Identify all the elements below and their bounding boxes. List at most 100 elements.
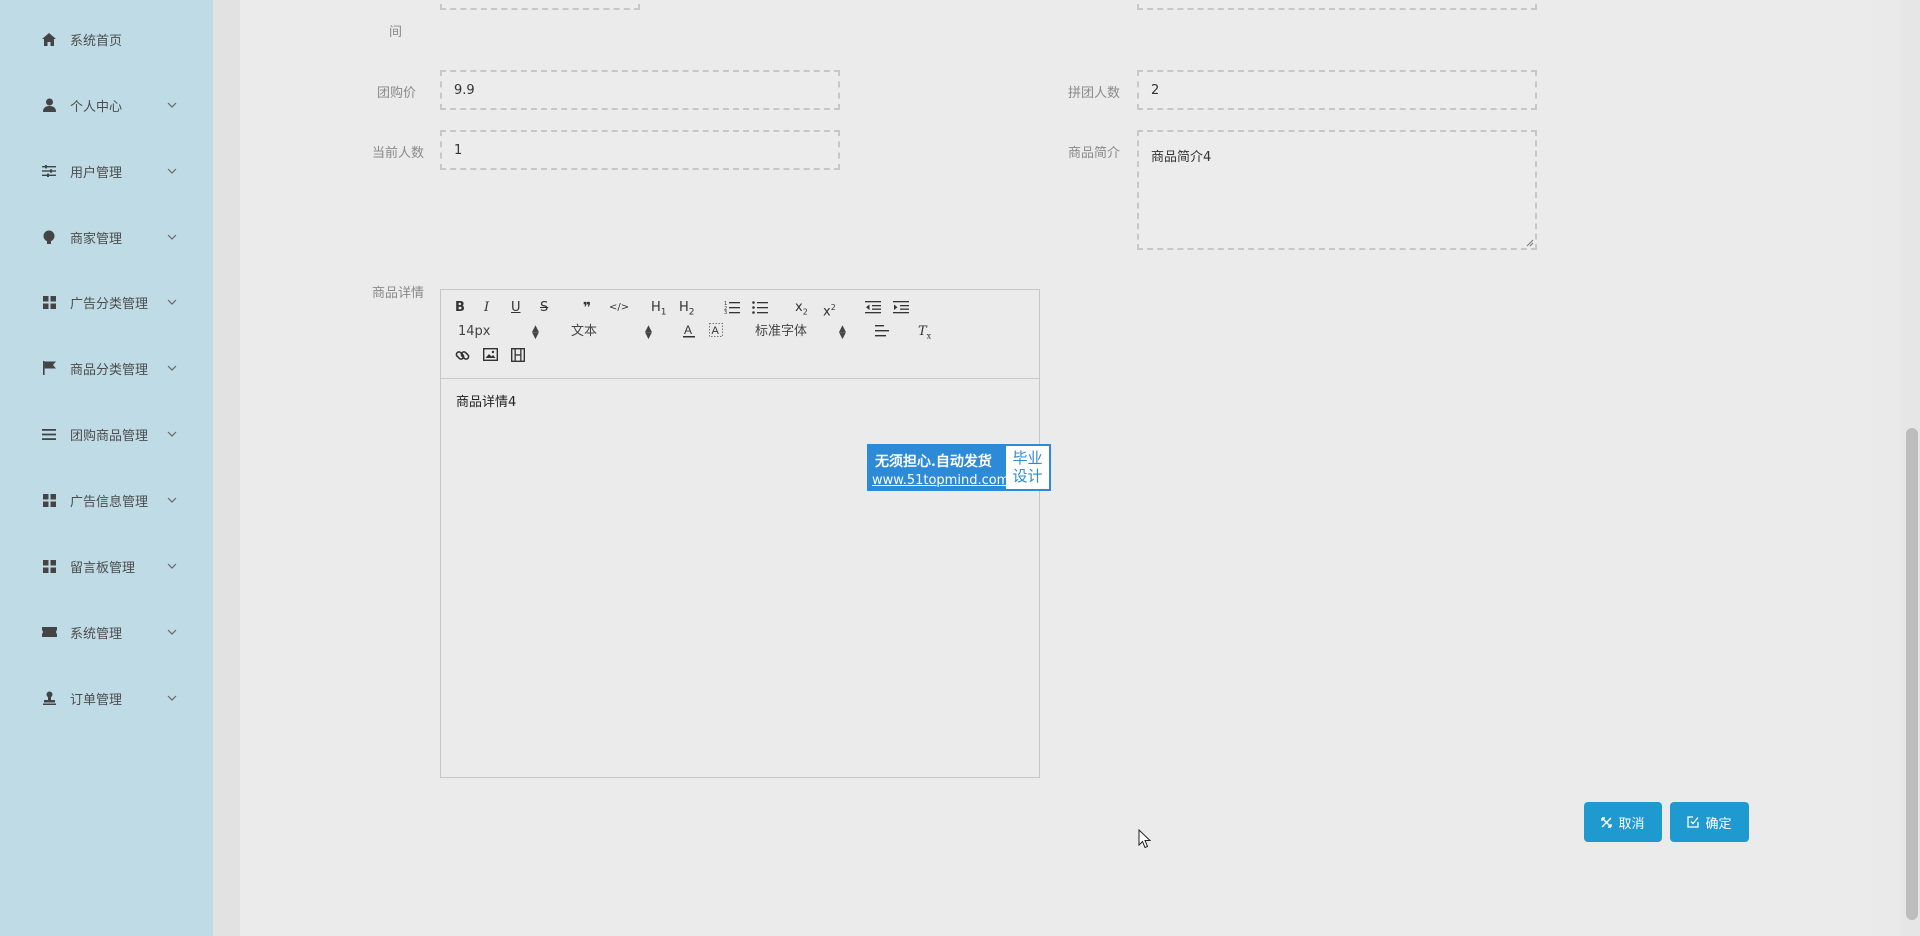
detail-label: 商品详情	[371, 286, 424, 301]
watermark-badge: 无须担心.自动发货 www.51topmind.com 毕业 设计	[867, 444, 1051, 491]
link-icon	[455, 351, 470, 360]
chevron-down-icon	[167, 365, 177, 371]
sidebar: 系统首页 个人中心 用户管理 商家管理 广告分类管理 商品分类管理 团购商品管理…	[0, 0, 213, 936]
indent-button[interactable]	[893, 300, 909, 320]
heading2-button[interactable]: H2	[679, 299, 695, 322]
rich-text-editor[interactable]: B I U S ❞ </> H1 H2 123 x2 x2 14px ▲ ▼ 文本…	[440, 289, 1040, 778]
code-block-button[interactable]: </>	[609, 299, 629, 317]
sidebar-item-label: 商品分类管理	[70, 362, 149, 378]
subscript-button[interactable]: x2	[795, 299, 808, 322]
sidebar-item-message-board-management[interactable]: 留言板管理	[0, 549, 213, 583]
sidebar-item-label: 系统管理	[70, 626, 123, 642]
sidebar-item-home[interactable]: 系统首页	[0, 22, 213, 56]
sidebar-item-ad-info-management[interactable]: 广告信息管理	[0, 483, 213, 517]
align-button[interactable]	[875, 324, 889, 344]
confirm-button[interactable]: 确定	[1670, 802, 1749, 842]
current-count-input[interactable]: 1	[440, 130, 840, 170]
list-icon	[41, 426, 57, 442]
sidebar-item-label: 广告信息管理	[70, 494, 149, 510]
sidebar-item-user-management[interactable]: 用户管理	[0, 154, 213, 188]
sliders-icon	[41, 163, 57, 179]
chevron-down-icon	[167, 563, 177, 569]
unordered-list-button[interactable]	[752, 300, 768, 320]
chevron-down-icon	[167, 431, 177, 437]
sidebar-item-system-management[interactable]: 系统管理	[0, 615, 213, 649]
font-size-select[interactable]: 14px ▲ ▼	[458, 323, 542, 341]
font-family-value: 标准字体	[755, 324, 808, 339]
blockquote-button[interactable]: ❞	[583, 299, 591, 317]
ordered-list-button[interactable]: 123	[724, 300, 740, 320]
group-size-label: 拼团人数	[1067, 86, 1120, 101]
unordered-list-icon	[752, 301, 768, 314]
strikethrough-button[interactable]: S	[540, 299, 548, 317]
block-type-value: 文本	[571, 324, 598, 339]
select-arrows-icon: ▲ ▼	[645, 324, 652, 341]
scrollbar-thumb[interactable]	[1906, 428, 1918, 920]
font-color-icon: A	[683, 323, 695, 338]
partial-label: 间	[388, 25, 402, 40]
select-arrows-icon: ▲ ▼	[532, 324, 539, 341]
home-icon	[41, 31, 57, 47]
user-icon	[41, 97, 57, 113]
sidebar-item-ad-category-management[interactable]: 广告分类管理	[0, 285, 213, 319]
chevron-down-icon	[167, 497, 177, 503]
watermark-url: www.51topmind.com	[872, 473, 1010, 488]
sidebar-item-merchant-management[interactable]: 商家管理	[0, 220, 213, 254]
block-type-select[interactable]: 文本 ▲ ▼	[571, 323, 655, 341]
watermark-tag-line1: 毕业	[1012, 449, 1043, 467]
current-count-value: 1	[454, 142, 463, 158]
superscript-button[interactable]: x2	[823, 299, 836, 321]
outdent-icon	[865, 301, 881, 314]
sidebar-gutter	[213, 0, 240, 936]
video-button[interactable]	[510, 347, 526, 368]
ordered-list-icon: 123	[724, 301, 740, 316]
partial-field-right[interactable]	[1137, 0, 1537, 10]
sidebar-item-order-management[interactable]: 订单管理	[0, 681, 213, 715]
sidebar-item-label: 广告分类管理	[70, 296, 149, 312]
sidebar-item-label: 留言板管理	[70, 560, 136, 576]
image-button[interactable]	[482, 347, 499, 367]
font-family-select[interactable]: 标准字体 ▲ ▼	[755, 323, 849, 341]
sidebar-item-group-product-management[interactable]: 团购商品管理	[0, 417, 213, 451]
partial-field-left[interactable]	[440, 0, 640, 10]
group-size-input[interactable]: 2	[1137, 70, 1537, 110]
chevron-down-icon	[167, 102, 177, 108]
font-color-button[interactable]: A	[682, 323, 696, 344]
sidebar-item-product-category-management[interactable]: 商品分类管理	[0, 351, 213, 385]
editor-content[interactable]: 商品详情4	[456, 391, 516, 410]
group-price-input[interactable]: 9.9	[440, 70, 840, 110]
chevron-down-icon	[167, 168, 177, 174]
grid-icon	[41, 492, 57, 508]
link-button[interactable]	[455, 348, 470, 369]
cancel-button[interactable]: 取消	[1584, 802, 1662, 842]
sidebar-item-personal-center[interactable]: 个人中心	[0, 88, 213, 122]
cancel-label: 取消	[1618, 816, 1645, 832]
grid-icon	[41, 294, 57, 310]
bulb-icon	[41, 229, 57, 245]
underline-button[interactable]: U	[511, 299, 521, 317]
heading1-button[interactable]: H1	[651, 299, 667, 322]
resize-handle-icon[interactable]	[1525, 238, 1534, 247]
chevron-down-icon	[167, 299, 177, 305]
group-price-label: 团购价	[376, 86, 416, 101]
chevron-down-icon	[167, 695, 177, 701]
bold-button[interactable]: B	[455, 299, 465, 317]
indent-icon	[893, 301, 909, 314]
sidebar-item-label: 个人中心	[70, 99, 123, 115]
clear-format-button[interactable]: Tx	[918, 323, 931, 346]
grid-icon	[41, 558, 57, 574]
intro-textarea[interactable]: 商品简介4	[1137, 130, 1537, 250]
sidebar-item-label: 订单管理	[70, 692, 123, 708]
italic-button[interactable]: I	[484, 299, 489, 317]
watermark-left: 无须担心.自动发货 www.51topmind.com	[869, 446, 1009, 489]
flag-icon	[41, 360, 57, 376]
outdent-button[interactable]	[865, 300, 881, 320]
font-size-value: 14px	[458, 324, 491, 339]
chevron-down-icon	[167, 629, 177, 635]
image-icon	[482, 347, 499, 362]
group-size-value: 2	[1151, 82, 1160, 98]
intro-label: 商品简介	[1067, 146, 1120, 161]
background-color-button[interactable]: A	[709, 323, 723, 344]
mouse-cursor-icon	[1138, 829, 1152, 849]
watermark-tag: 毕业 设计	[1006, 446, 1049, 489]
